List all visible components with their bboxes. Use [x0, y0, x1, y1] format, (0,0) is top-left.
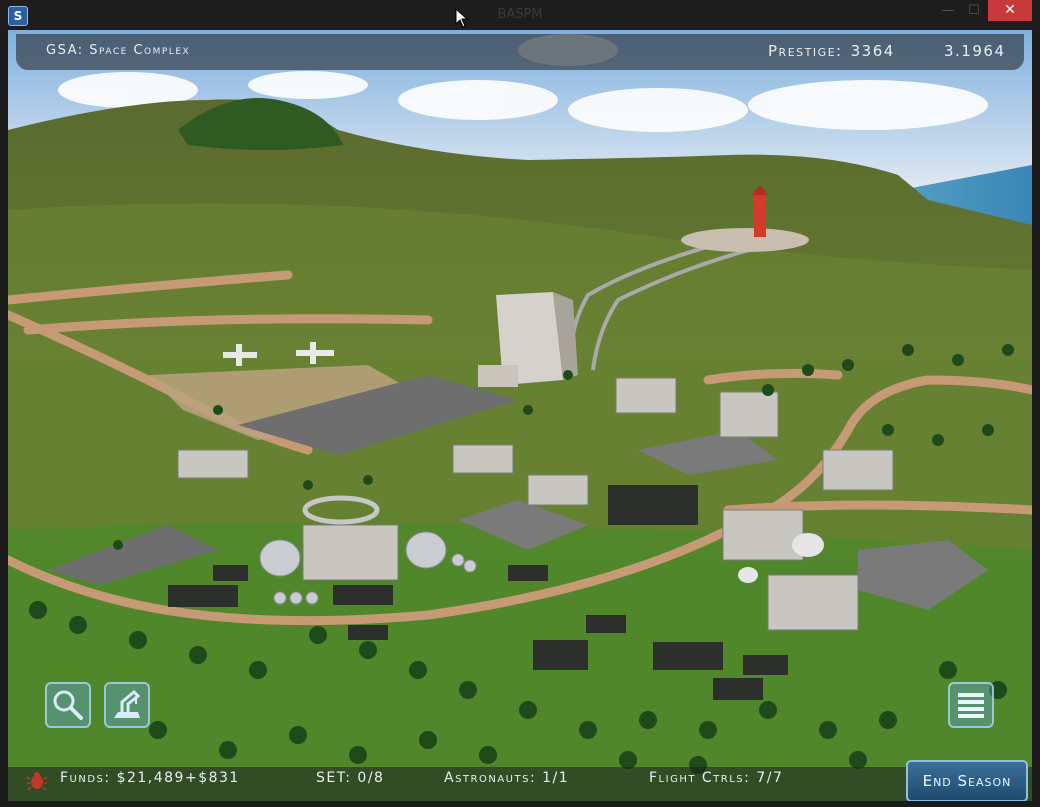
window-titlebar: S BASPM — ☐ ✕ — [0, 0, 1040, 30]
astronauts-display: Astronauts: 1/1 — [444, 770, 570, 786]
menu-list-button[interactable] — [948, 682, 994, 728]
bug-icon[interactable] — [26, 770, 48, 792]
date-display: 3.1964 — [944, 42, 1006, 60]
minimize-button[interactable]: — — [936, 0, 960, 21]
crane-icon — [114, 689, 141, 718]
close-button[interactable]: ✕ — [988, 0, 1032, 21]
funds-display: Funds: $21,489+$831 — [60, 770, 240, 786]
space-complex-scene[interactable] — [8, 30, 1032, 801]
search-icon — [53, 690, 83, 720]
list-icon — [958, 693, 984, 718]
top-hud-bar: GSA: Space Complex Prestige: 3364 3.1964 — [16, 34, 1024, 70]
window-title: BASPM — [497, 7, 543, 22]
flight-controllers-display: Flight Ctrls: 7/7 — [649, 770, 784, 786]
construction-button[interactable] — [104, 682, 150, 728]
game-viewport[interactable]: GSA: Space Complex Prestige: 3364 3.1964 — [8, 30, 1032, 801]
prestige-value: 3364 — [850, 42, 895, 60]
mouse-cursor-icon — [455, 8, 469, 28]
maximize-button[interactable]: ☐ — [962, 0, 986, 21]
set-display: SET: 0/8 — [316, 770, 385, 786]
end-season-button[interactable]: End Season — [906, 760, 1028, 801]
prestige-display: Prestige: 3364 — [768, 42, 895, 60]
search-button[interactable] — [45, 682, 91, 728]
prestige-label: Prestige: — [768, 42, 843, 60]
location-label: GSA: Space Complex — [46, 43, 191, 58]
